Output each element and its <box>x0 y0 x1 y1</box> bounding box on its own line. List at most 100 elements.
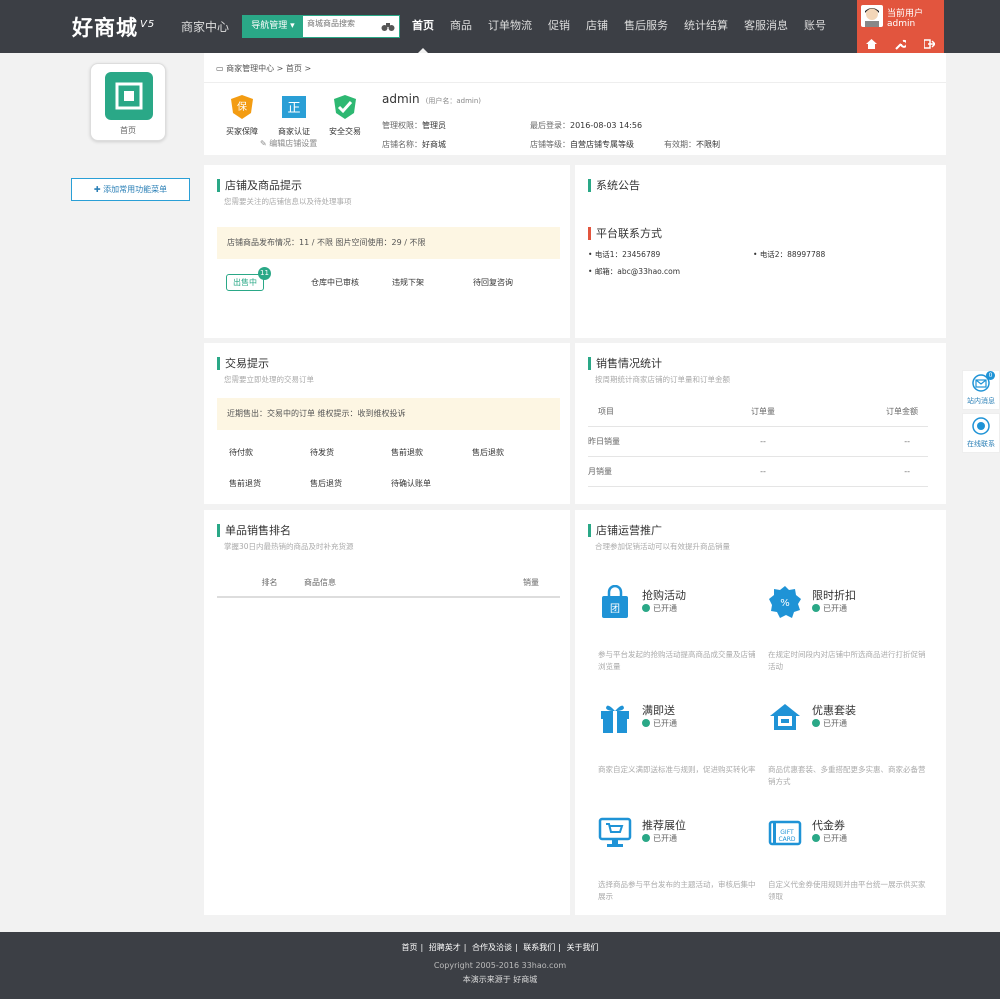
expire-field: 有效期：不限制 <box>664 140 720 149</box>
footer-link-jobs[interactable]: 招聘英才 <box>429 943 461 952</box>
presale-return-link[interactable]: 售前退货 <box>229 478 310 489</box>
footer: 首页 | 招聘英才 | 合作及洽谈 | 联系我们 | 关于我们 Copyright 20… <box>0 932 1000 999</box>
pending-ship-link[interactable]: 待发货 <box>310 447 391 458</box>
panel-subtitle: 按周期统计商家店铺的订单量和订单金额 <box>595 375 730 384</box>
footer-links: 首页 | 招聘英才 | 合作及洽谈 | 联系我们 | 关于我们 <box>401 943 599 952</box>
online-contact-button[interactable]: 在线联系 <box>962 413 1000 453</box>
certificate-icon: 正 <box>282 96 306 118</box>
search-input[interactable] <box>307 19 379 28</box>
nav-service[interactable]: 客服消息 <box>736 0 796 53</box>
nav-store[interactable]: 店铺 <box>578 0 616 53</box>
promotion-panel: 店铺运营推广 合理参加促销活动可以有效提升商品销量 团 抢购活动 已开通 参与平… <box>575 510 946 915</box>
breadcrumb-current: 首页 <box>285 64 302 73</box>
breadcrumb: ▭ 商家管理中心 > 首页 > <box>204 53 946 83</box>
footer-link-home[interactable]: 首页 <box>402 943 418 952</box>
svg-text:%: % <box>780 598 790 609</box>
announcement-panel: 系统公告 平台联系方式 • 电话1：23456789 • 电话2：8899778… <box>575 165 946 338</box>
svg-text:正: 正 <box>287 101 300 116</box>
home-square-icon <box>105 72 153 120</box>
shield-hand-icon: 保 <box>231 95 253 119</box>
table-header: 项目 订单量 订单金额 <box>588 397 928 427</box>
demo-source: 本演示来源于 好商城 <box>462 975 538 984</box>
table-row: 月销量 -- -- <box>588 457 928 487</box>
ranking-table: 排名 商品信息 销量 <box>217 568 560 598</box>
trade-tips-panel: 交易提示 您需要立即处理的交易订单 近期售出：交易中的订单 维权提示：收到维权投… <box>204 343 570 504</box>
ranking-panel: 单品销售排名 掌握30日内最热销的商品及时补充货源 排名 商品信息 销量 <box>204 510 570 915</box>
footer-link-about[interactable]: 关于我们 <box>567 943 599 952</box>
secure-trade-badge: 安全交易 <box>325 93 365 137</box>
edit-store-settings-link[interactable]: ✎ 编辑店铺设置 <box>260 138 317 149</box>
nav-aftersale[interactable]: 售后服务 <box>616 0 676 53</box>
aftersale-return-link[interactable]: 售后退货 <box>310 478 391 489</box>
logo[interactable]: 好商城 V5 <box>72 12 155 42</box>
discount-badge-icon: % <box>769 586 801 618</box>
presale-refund-link[interactable]: 售前退款 <box>391 447 472 458</box>
nav-promotion[interactable]: 促销 <box>540 0 578 53</box>
message-count-badge: 0 <box>986 371 995 380</box>
check-shield-icon <box>334 95 356 119</box>
notice-bar: 店铺商品发布情况：11 / 不限 图片空间使用：29 / 不限 <box>217 227 560 259</box>
pending-pay-link[interactable]: 待付款 <box>229 447 310 458</box>
home-tile[interactable]: 首页 <box>90 63 166 141</box>
gift-box-icon <box>601 705 629 733</box>
merchant-cert-badge: 正 商家认证 <box>274 93 314 137</box>
announcement-title: 系统公告 <box>588 179 640 192</box>
table-header: 排名 商品信息 销量 <box>217 568 560 598</box>
monitor-cart-icon <box>598 817 632 847</box>
trade-links: 待付款 待发货 售前退款 售后退款 售前退货 售后退货 待确认账单 <box>217 447 560 489</box>
gift-card-icon: GIFTCARD <box>768 820 802 846</box>
email: • 邮箱：abc@33hao.com <box>588 267 681 276</box>
store-tips-panel: 店铺及商品提示 您需要关注的店铺信息以及待处理事项 店铺商品发布情况：11 / … <box>204 165 570 338</box>
logout-icon[interactable] <box>923 37 937 51</box>
store-name-field: 店铺名称：好商城 <box>382 140 446 149</box>
nav-goods[interactable]: 商品 <box>442 0 480 53</box>
merchant-center-title: 商家中心 <box>181 20 230 34</box>
svg-text:GIFT: GIFT <box>780 829 794 836</box>
panel-subtitle: 您需要关注的店铺信息以及待处理事项 <box>224 197 352 206</box>
warehouse-approved-link[interactable]: 仓库中已审核 <box>311 277 359 288</box>
phone2: • 电话2：88997788 <box>753 250 826 259</box>
home-label: 首页 <box>120 126 136 135</box>
last-login-field: 最后登录：2016-08-03 14:56 <box>530 121 643 130</box>
sidebar: 首页 ✚ 添加常用功能菜单 <box>0 53 203 932</box>
nav-manage-dropdown[interactable]: 导航管理 ▾ <box>243 16 303 37</box>
svg-text:CARD: CARD <box>778 836 795 843</box>
store-profile: 保 买家保障 正 商家认证 安全交易 ✎ 编辑店铺设置 admin (用户名：ad… <box>204 83 946 155</box>
nav-statistics[interactable]: 统计结算 <box>676 0 736 53</box>
search-binoculars-icon[interactable] <box>381 21 395 32</box>
breadcrumb-root[interactable]: 商家管理中心 <box>226 64 274 73</box>
pending-consult-link[interactable]: 待回复咨询 <box>473 277 513 288</box>
copyright: Copyright 2005-2016 33hao.com <box>433 961 567 970</box>
panel-title: 店铺运营推广 <box>588 524 662 537</box>
role-field: 管理权限：管理员 <box>382 121 446 130</box>
panel-title: 销售情况统计 <box>588 357 662 370</box>
shopping-bag-icon: 团 <box>602 585 628 618</box>
edit-icon: ✎ <box>260 139 270 148</box>
violation-delisted-link[interactable]: 违规下架 <box>392 277 424 288</box>
sales-stat-panel: 销售情况统计 按周期统计商家店铺的订单量和订单金额 项目 订单量 订单金额 昨日… <box>575 343 946 504</box>
table-row: 昨日销量 -- -- <box>588 427 928 457</box>
wrench-icon[interactable] <box>894 37 908 51</box>
footer-link-cooperation[interactable]: 合作及洽谈 <box>472 943 512 952</box>
nav-orders[interactable]: 订单物流 <box>480 0 540 53</box>
panel-title: 单品销售排名 <box>217 524 291 537</box>
user-name: admin <box>887 19 916 29</box>
svg-text:保: 保 <box>237 100 247 113</box>
monitor-icon: ▭ <box>216 64 224 73</box>
site-message-button[interactable]: 0 站内消息 <box>962 370 1000 410</box>
panel-subtitle: 您需要立即处理的交易订单 <box>224 375 314 384</box>
package-icon <box>770 704 800 730</box>
aftersale-refund-link[interactable]: 售后退款 <box>472 447 553 458</box>
phone1: • 电话1：23456789 <box>588 250 661 259</box>
panel-subtitle: 合理参加促销活动可以有效提升商品销量 <box>595 542 730 551</box>
nav-home[interactable]: 首页 <box>404 0 442 53</box>
user-box: 当前用户 admin <box>857 0 944 56</box>
add-menu-button[interactable]: ✚ 添加常用功能菜单 <box>71 178 190 201</box>
pending-bill-link[interactable]: 待确认账单 <box>391 478 472 489</box>
home-icon[interactable] <box>865 37 879 51</box>
chat-icon <box>972 417 990 435</box>
on-sale-link[interactable]: 出售中 11 <box>226 267 271 291</box>
nav-account[interactable]: 账号 <box>796 0 834 53</box>
footer-link-contact[interactable]: 联系我们 <box>523 943 555 952</box>
floating-toolbar: 0 站内消息 在线联系 <box>962 370 1000 456</box>
